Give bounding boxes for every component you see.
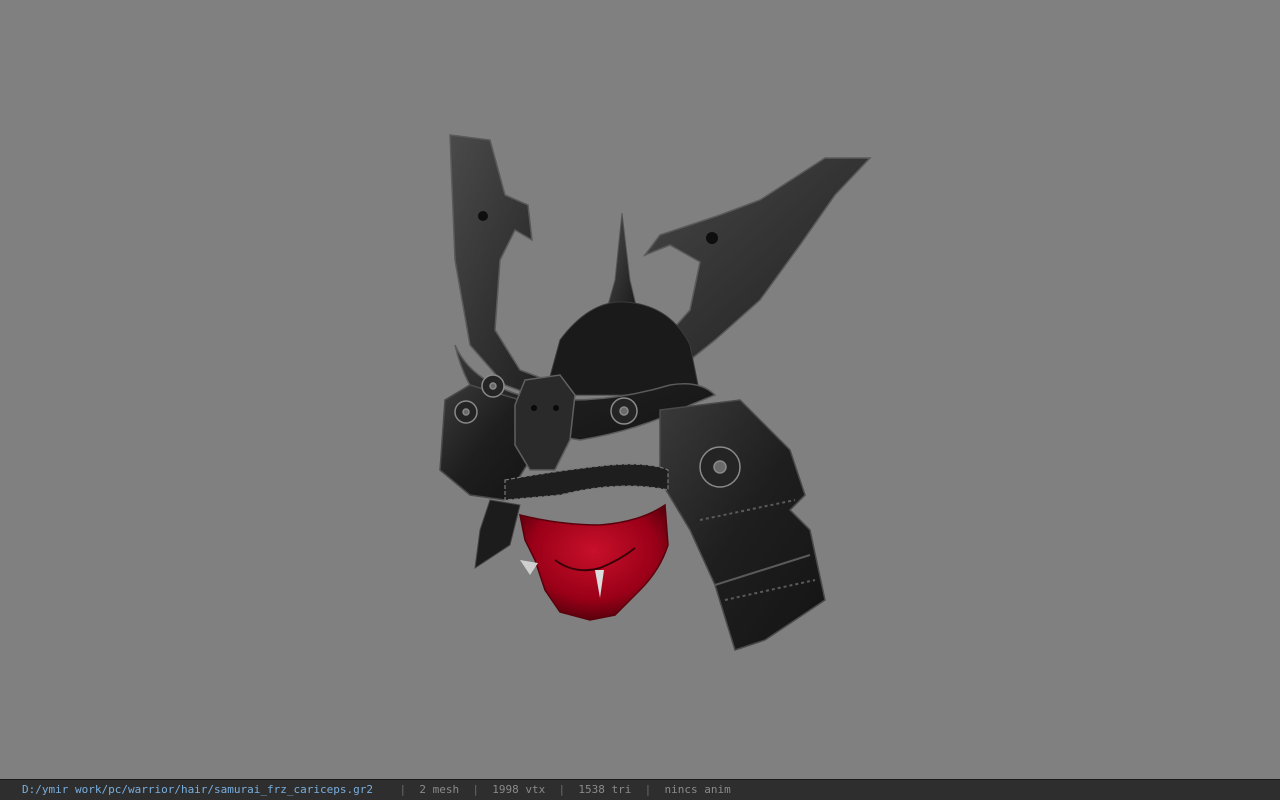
oni-mask xyxy=(519,503,669,621)
left-horn xyxy=(449,134,562,401)
separator: | xyxy=(558,783,566,796)
left-horn-hole xyxy=(478,211,488,221)
file-path: D:/ymir work/pc/warrior/hair/samurai_frz… xyxy=(22,783,373,796)
right-horn-hole xyxy=(706,232,718,244)
vertex-count: 1998 vtx xyxy=(492,783,546,796)
separator: | xyxy=(644,783,652,796)
separator: | xyxy=(472,783,479,796)
mesh-count: 2 mesh xyxy=(419,783,460,796)
status-bar: D:/ymir work/pc/warrior/hair/samurai_frz… xyxy=(0,779,1280,800)
triangle-count: 1538 tri xyxy=(578,783,632,796)
3d-viewport[interactable] xyxy=(0,0,1280,779)
helmet-spike xyxy=(607,212,637,306)
helmet-model[interactable] xyxy=(0,0,1280,779)
demon-face-ornament xyxy=(514,374,576,471)
separator: | xyxy=(399,783,407,796)
left-flap xyxy=(474,499,521,570)
helmet-dome xyxy=(544,301,701,396)
neck-guard-right xyxy=(659,399,826,651)
animation-status: nincs anim xyxy=(664,783,731,796)
